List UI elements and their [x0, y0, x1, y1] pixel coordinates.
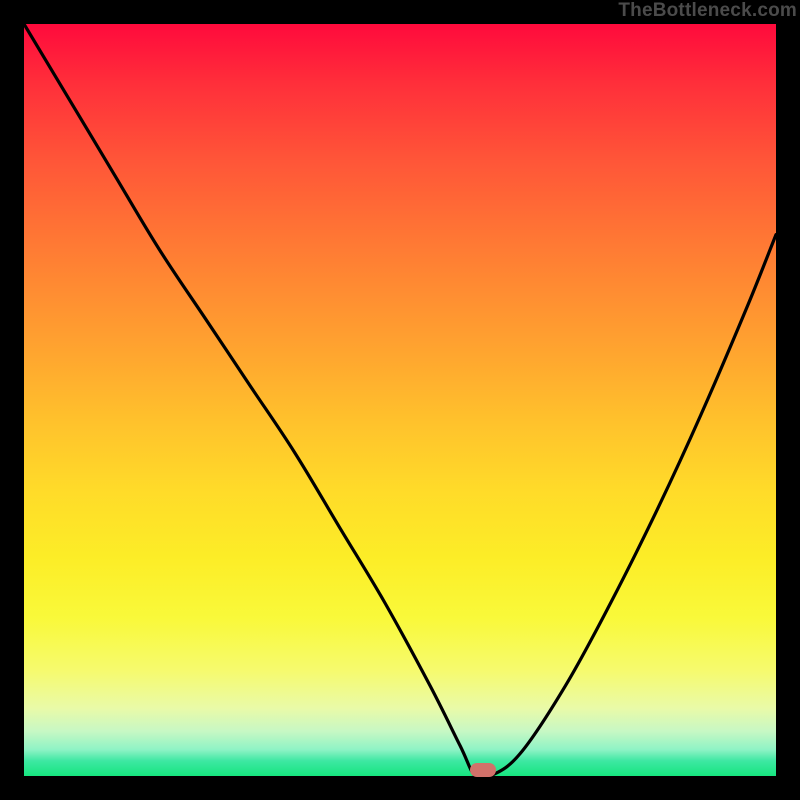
minimum-marker	[470, 763, 496, 777]
bottleneck-curve	[24, 24, 776, 776]
plot-area	[24, 24, 776, 776]
curve-svg	[24, 24, 776, 776]
watermark-label: TheBottleneck.com	[618, 0, 797, 22]
chart-frame: TheBottleneck.com	[0, 0, 800, 800]
